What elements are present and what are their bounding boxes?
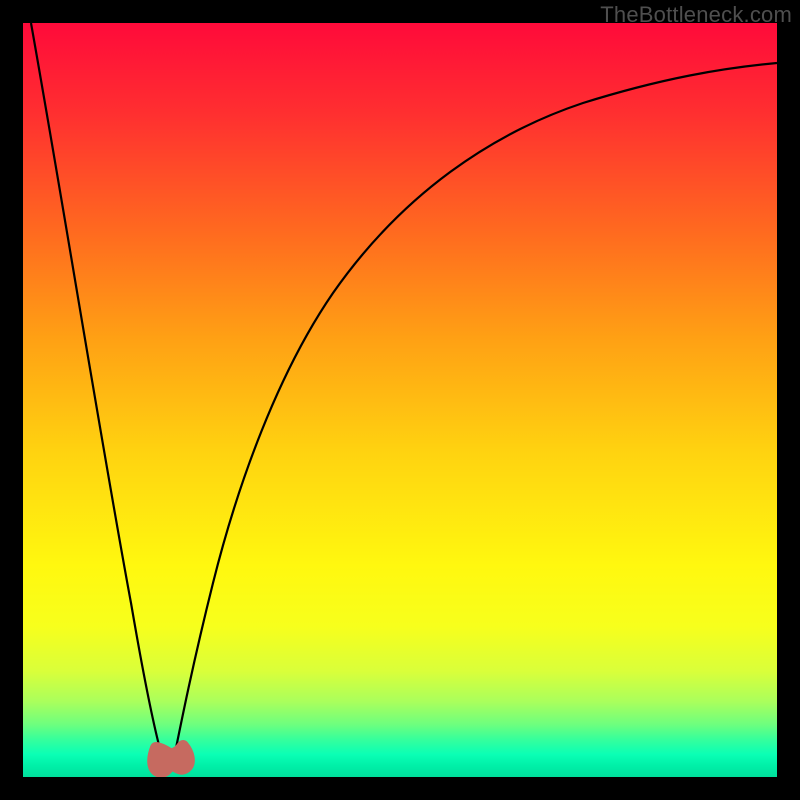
- curves-layer: [23, 23, 777, 777]
- minimum-marker: [153, 746, 189, 772]
- watermark-text: TheBottleneck.com: [600, 2, 792, 28]
- curve-left-branch: [31, 23, 165, 763]
- curve-right-branch: [173, 63, 777, 763]
- chart-frame: TheBottleneck.com: [0, 0, 800, 800]
- plot-area: [23, 23, 777, 777]
